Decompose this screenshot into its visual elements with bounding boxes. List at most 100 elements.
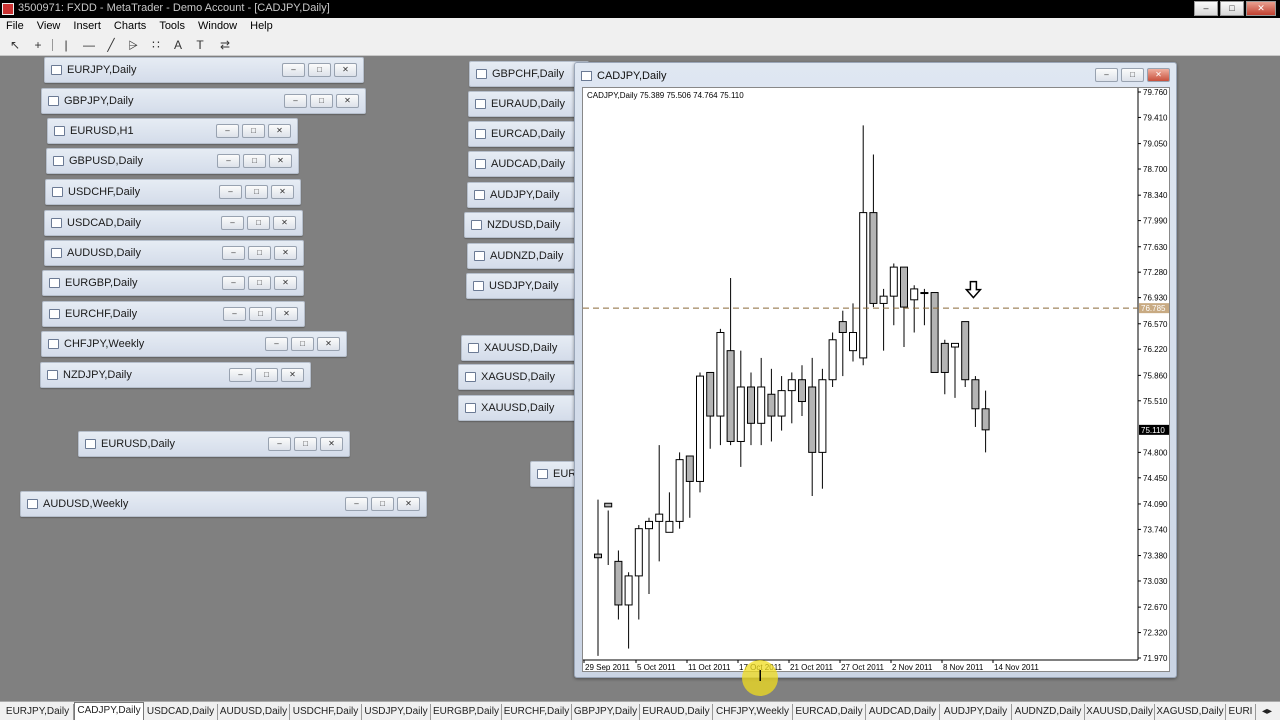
tab-eurcad-daily[interactable]: EURCAD,Daily xyxy=(793,704,866,720)
tab-scroll-arrows[interactable]: ◂▸ xyxy=(1256,704,1278,720)
close-button[interactable]: ✕ xyxy=(275,307,298,321)
maximize-button[interactable]: □ xyxy=(245,185,268,199)
tab-usdjpy-daily[interactable]: USDJPY,Daily xyxy=(362,704,431,720)
maximize-button[interactable]: □ xyxy=(294,437,317,451)
close-button[interactable]: ✕ xyxy=(268,124,291,138)
close-button[interactable]: ✕ xyxy=(274,246,297,260)
mini-window-gbpjpy-daily[interactable]: GBPJPY,Daily – □ ✕ xyxy=(41,88,366,114)
chart-plot-area[interactable]: 79.760 79.410 79.050 78.700 78.340 77.990 77.6… xyxy=(582,87,1170,672)
text-label-icon[interactable]: T xyxy=(192,37,208,53)
chart-window-cadjpy-daily[interactable]: CADJPY,Daily – □ ✕ 79.760 79.410 79.050 78.… xyxy=(574,62,1177,678)
app-minimize-button[interactable]: – xyxy=(1194,1,1218,16)
menu-tools[interactable]: Tools xyxy=(159,20,185,32)
close-button[interactable]: ✕ xyxy=(273,216,296,230)
restore-button[interactable]: □ xyxy=(1121,68,1144,82)
mini-window-eurjpy-daily[interactable]: EURJPY,Daily – □ ✕ xyxy=(44,57,364,83)
restore-down-button[interactable]: – xyxy=(282,63,305,77)
crosshair-icon[interactable]: + xyxy=(30,37,46,53)
tab-audcad-daily[interactable]: AUDCAD,Daily xyxy=(866,704,940,720)
maximize-button[interactable]: □ xyxy=(242,124,265,138)
close-button[interactable]: ✕ xyxy=(1147,68,1170,82)
restore-down-button[interactable]: – xyxy=(216,124,239,138)
tab-eurgbp-daily[interactable]: EURGBP,Daily xyxy=(431,704,502,720)
tab-audusd-daily[interactable]: AUDUSD,Daily xyxy=(218,704,290,720)
mini-window-usdjpy-daily[interactable]: USDJPY,Daily xyxy=(466,273,586,299)
tab-euraud-daily[interactable]: EURAUD,Daily xyxy=(640,704,713,720)
maximize-button[interactable]: □ xyxy=(243,154,266,168)
mini-window-xauusd-daily-2[interactable]: XAUUSD,Daily xyxy=(458,395,586,421)
tab-audnzd-daily[interactable]: AUDNZD,Daily xyxy=(1012,704,1085,720)
candlestick-chart[interactable]: 79.760 79.410 79.050 78.700 78.340 77.990 77.6… xyxy=(583,88,1169,671)
close-button[interactable]: ✕ xyxy=(397,497,420,511)
arrows-icon[interactable]: ⇄ xyxy=(217,37,233,53)
fibonacci-icon[interactable]: ∷ xyxy=(148,37,164,53)
tab-usdchf-daily[interactable]: USDCHF,Daily xyxy=(290,704,362,720)
mini-window-nzdusd-daily[interactable]: NZDUSD,Daily xyxy=(464,212,584,238)
arrow-cursor-icon[interactable]: ↖ xyxy=(7,37,23,53)
app-title-bar[interactable]: 3500971: FXDD - MetaTrader - Demo Accoun… xyxy=(0,0,1280,18)
restore-down-button[interactable]: – xyxy=(222,276,245,290)
maximize-button[interactable]: □ xyxy=(247,216,270,230)
close-button[interactable]: ✕ xyxy=(334,63,357,77)
mini-window-eurgbp-daily[interactable]: EURGBP,Daily – □ ✕ xyxy=(42,270,304,296)
restore-down-button[interactable]: – xyxy=(229,368,252,382)
close-button[interactable]: ✕ xyxy=(317,337,340,351)
menu-window[interactable]: Window xyxy=(198,20,237,32)
mini-window-audnzd-daily[interactable]: AUDNZD,Daily xyxy=(467,243,587,269)
restore-down-button[interactable]: – xyxy=(268,437,291,451)
close-button[interactable]: ✕ xyxy=(320,437,343,451)
close-button[interactable]: ✕ xyxy=(269,154,292,168)
restore-down-button[interactable]: – xyxy=(219,185,242,199)
app-maximize-button[interactable]: □ xyxy=(1220,1,1244,16)
restore-down-button[interactable]: – xyxy=(265,337,288,351)
vertical-line-icon[interactable]: | xyxy=(58,37,74,53)
menu-file[interactable]: File xyxy=(6,20,24,32)
menu-help[interactable]: Help xyxy=(250,20,273,32)
mini-window-euraud-daily[interactable]: EURAUD,Daily xyxy=(468,91,588,117)
tab-xauusd-daily[interactable]: XAUUSD,Daily xyxy=(1085,704,1155,720)
tab-gbpjpy-daily[interactable]: GBPJPY,Daily xyxy=(572,704,640,720)
mini-window-chfjpy-weekly[interactable]: CHFJPY,Weekly – □ ✕ xyxy=(41,331,347,357)
app-close-button[interactable]: ✕ xyxy=(1246,1,1276,16)
restore-down-button[interactable]: – xyxy=(222,246,245,260)
close-button[interactable]: ✕ xyxy=(274,276,297,290)
mini-window-gbpusd-daily[interactable]: GBPUSD,Daily – □ ✕ xyxy=(46,148,299,174)
tab-chfjpy-weekly[interactable]: CHFJPY,Weekly xyxy=(713,704,793,720)
restore-down-button[interactable]: – xyxy=(345,497,368,511)
menu-insert[interactable]: Insert xyxy=(73,20,101,32)
tab-audjpy-daily[interactable]: AUDJPY,Daily xyxy=(940,704,1012,720)
maximize-button[interactable]: □ xyxy=(310,94,333,108)
tab-usdcad-daily[interactable]: USDCAD,Daily xyxy=(144,704,218,720)
text-icon[interactable]: A xyxy=(170,37,186,53)
maximize-button[interactable]: □ xyxy=(249,307,272,321)
restore-down-button[interactable]: – xyxy=(223,307,246,321)
menu-view[interactable]: View xyxy=(37,20,61,32)
maximize-button[interactable]: □ xyxy=(255,368,278,382)
minimize-button[interactable]: – xyxy=(1095,68,1118,82)
mini-window-audcad-daily[interactable]: AUDCAD,Daily xyxy=(468,151,588,177)
equidistant-channel-icon[interactable]: ⩥ xyxy=(125,37,141,53)
restore-down-button[interactable]: – xyxy=(221,216,244,230)
horizontal-line-icon[interactable]: — xyxy=(81,37,97,53)
tab-xagusd-daily[interactable]: XAGUSD,Daily xyxy=(1155,704,1226,720)
tab-eurchf-daily[interactable]: EURCHF,Daily xyxy=(502,704,572,720)
mini-window-nzdjpy-daily[interactable]: NZDJPY,Daily – □ ✕ xyxy=(40,362,311,388)
mini-window-audusd-daily[interactable]: AUDUSD,Daily – □ ✕ xyxy=(44,240,304,266)
maximize-button[interactable]: □ xyxy=(248,246,271,260)
restore-down-button[interactable]: – xyxy=(217,154,240,168)
mini-window-eurchf-daily[interactable]: EURCHF,Daily – □ ✕ xyxy=(42,301,305,327)
mini-window-xagusd-daily[interactable]: XAGUSD,Daily xyxy=(458,364,586,390)
close-button[interactable]: ✕ xyxy=(336,94,359,108)
mini-window-eurusd-daily[interactable]: EURUSD,Daily – □ ✕ xyxy=(78,431,350,457)
mini-window-eurcad-daily[interactable]: EURCAD,Daily xyxy=(468,121,588,147)
tab-euri[interactable]: EURI xyxy=(1226,704,1256,720)
trendline-icon[interactable]: ╱ xyxy=(103,37,119,53)
maximize-button[interactable]: □ xyxy=(308,63,331,77)
mini-window-usdchf-daily[interactable]: USDCHF,Daily – □ ✕ xyxy=(45,179,301,205)
maximize-button[interactable]: □ xyxy=(371,497,394,511)
maximize-button[interactable]: □ xyxy=(248,276,271,290)
mini-window-usdcad-daily[interactable]: USDCAD,Daily – □ ✕ xyxy=(44,210,303,236)
mini-window-gbpchf-daily[interactable]: GBPCHF,Daily xyxy=(469,61,589,87)
mini-window-audusd-weekly[interactable]: AUDUSD,Weekly – □ ✕ xyxy=(20,491,427,517)
mini-window-xauusd-daily[interactable]: XAUUSD,Daily xyxy=(461,335,586,361)
